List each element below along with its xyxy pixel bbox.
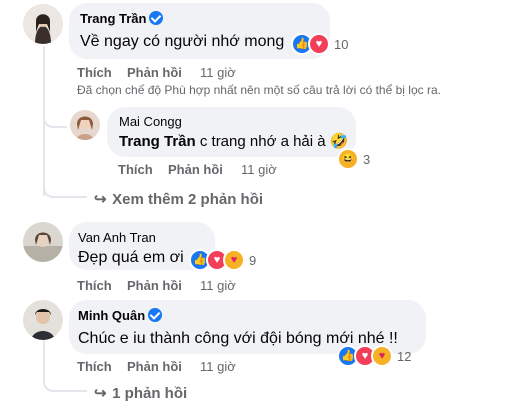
reply-arrow-icon: ↪ — [94, 385, 107, 402]
timestamp[interactable]: 11 giờ — [241, 162, 277, 177]
like-button[interactable]: Thích — [118, 162, 153, 177]
reply-button[interactable]: Phản hồi — [127, 278, 182, 293]
like-button[interactable]: Thích — [77, 278, 112, 293]
reaction-count: 3 — [363, 151, 371, 167]
view-more-replies-link[interactable]: ↪ Xem thêm 2 phản hồi — [94, 190, 263, 208]
comment-actions: Thích Phản hồi 11 giờ — [77, 278, 277, 294]
comment-author[interactable]: Van Anh Tran — [78, 230, 156, 245]
view-replies-link[interactable]: ↪ 1 phản hồi — [94, 384, 187, 402]
mention-link[interactable]: Trang Trần — [119, 133, 196, 150]
reply-button[interactable]: Phản hồi — [168, 162, 223, 177]
reply-actions: Thích Phản hồi 11 giờ — [118, 162, 318, 178]
timestamp[interactable]: 11 giờ — [200, 278, 236, 293]
verified-badge-icon — [149, 11, 164, 25]
timestamp[interactable]: 11 giờ — [200, 359, 236, 374]
reply-text: Trang Trần c trang nhớ a hải à 🤣 — [119, 132, 348, 150]
reaction-summary[interactable]: 👍 ♥ ♥ 12 — [337, 345, 411, 367]
comment-actions: Thích Phản hồi 11 giờ — [77, 359, 277, 375]
verified-badge-icon — [148, 308, 163, 322]
reply-arrow-icon: ↪ — [94, 191, 107, 208]
timestamp[interactable]: 11 giờ — [200, 65, 236, 80]
avatar[interactable] — [23, 300, 63, 340]
reply-body: c trang nhớ a hải à 🤣 — [195, 133, 349, 150]
reaction-count: 12 — [397, 348, 412, 364]
view-replies-label[interactable]: 1 phản hồi — [112, 385, 187, 402]
author-name[interactable]: Minh Quân — [78, 308, 145, 323]
haha-reaction-icon: 😆 — [337, 148, 359, 170]
care-reaction-icon: ♥ — [371, 345, 393, 367]
comment-actions: Thích Phản hồi 11 giờ — [77, 65, 277, 81]
comment-text: Về ngay có người nhớ mong — [80, 33, 285, 50]
reply-button[interactable]: Phản hồi — [127, 359, 182, 374]
reaction-summary[interactable]: 😆 3 — [337, 148, 370, 170]
comment-author[interactable]: Trang Trần — [80, 11, 164, 26]
comment-author[interactable]: Minh Quân — [78, 308, 163, 323]
reaction-count: 9 — [249, 252, 257, 268]
comment-text: Đẹp quá em ơi — [78, 249, 184, 266]
filter-note: Đã chọn chế độ Phù hợp nhất nên một số c… — [77, 83, 441, 97]
avatar[interactable] — [23, 4, 63, 44]
author-name[interactable]: Trang Trần — [80, 11, 146, 26]
like-button[interactable]: Thích — [77, 359, 112, 374]
reply-button[interactable]: Phản hồi — [127, 65, 182, 80]
reaction-count: 10 — [334, 36, 349, 52]
like-button[interactable]: Thích — [77, 65, 112, 80]
avatar[interactable] — [23, 222, 63, 262]
reaction-summary[interactable]: 👍 ♥ ♥ 9 — [189, 249, 256, 271]
avatar[interactable] — [70, 110, 100, 140]
thread-connector — [43, 104, 67, 128]
love-reaction-icon: ♥ — [308, 33, 330, 55]
care-reaction-icon: ♥ — [223, 249, 245, 271]
view-more-replies-label[interactable]: Xem thêm 2 phản hồi — [112, 191, 263, 208]
reaction-summary[interactable]: 👍 ♥ 10 — [291, 33, 348, 55]
reply-author[interactable]: Mai Congg — [119, 114, 182, 129]
thread-connector — [43, 176, 87, 198]
